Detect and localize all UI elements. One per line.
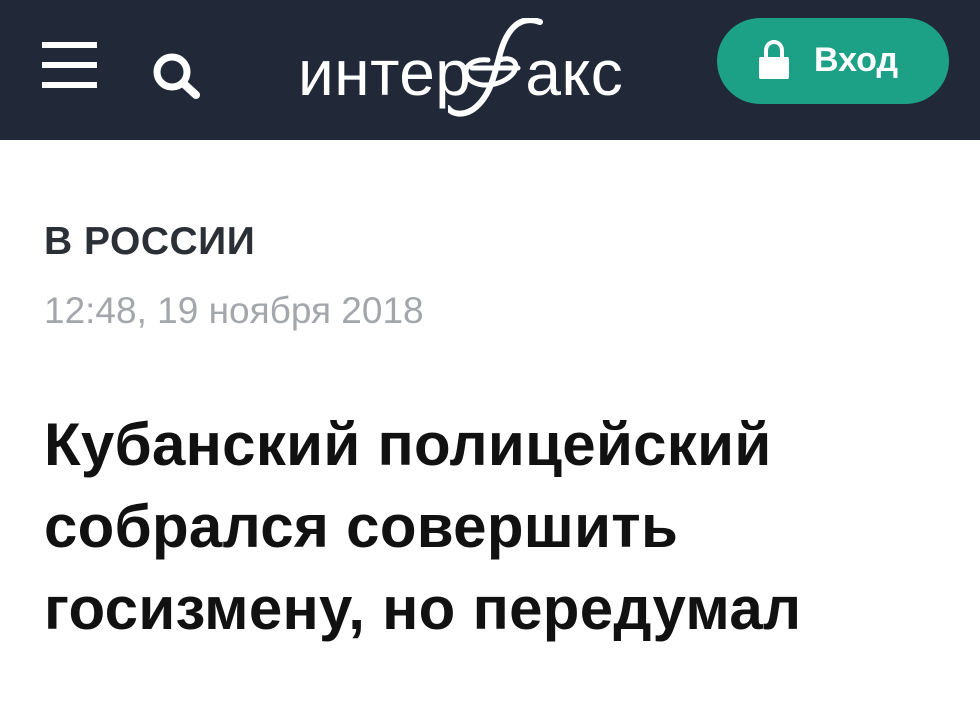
login-button[interactable]: Вход: [717, 18, 949, 104]
top-header: интер акс Вход: [0, 0, 980, 140]
login-label: Вход: [814, 41, 899, 79]
section-link[interactable]: В РОССИИ: [44, 222, 255, 262]
article-headline: Кубанский полицейский собрался совершить…: [44, 411, 802, 642]
search-button[interactable]: [148, 50, 206, 100]
menu-button[interactable]: [42, 42, 97, 92]
page: интер акс Вход В РОССИИ 12:48, 19 ноября …: [0, 0, 980, 702]
search-icon: [153, 53, 200, 99]
article-timestamp: 12:48, 19 ноября 2018: [44, 290, 424, 331]
interfax-logo[interactable]: интер акс: [298, 18, 643, 118]
lock-icon: [759, 40, 789, 79]
logo-stylized-letter-icon: [448, 18, 543, 117]
